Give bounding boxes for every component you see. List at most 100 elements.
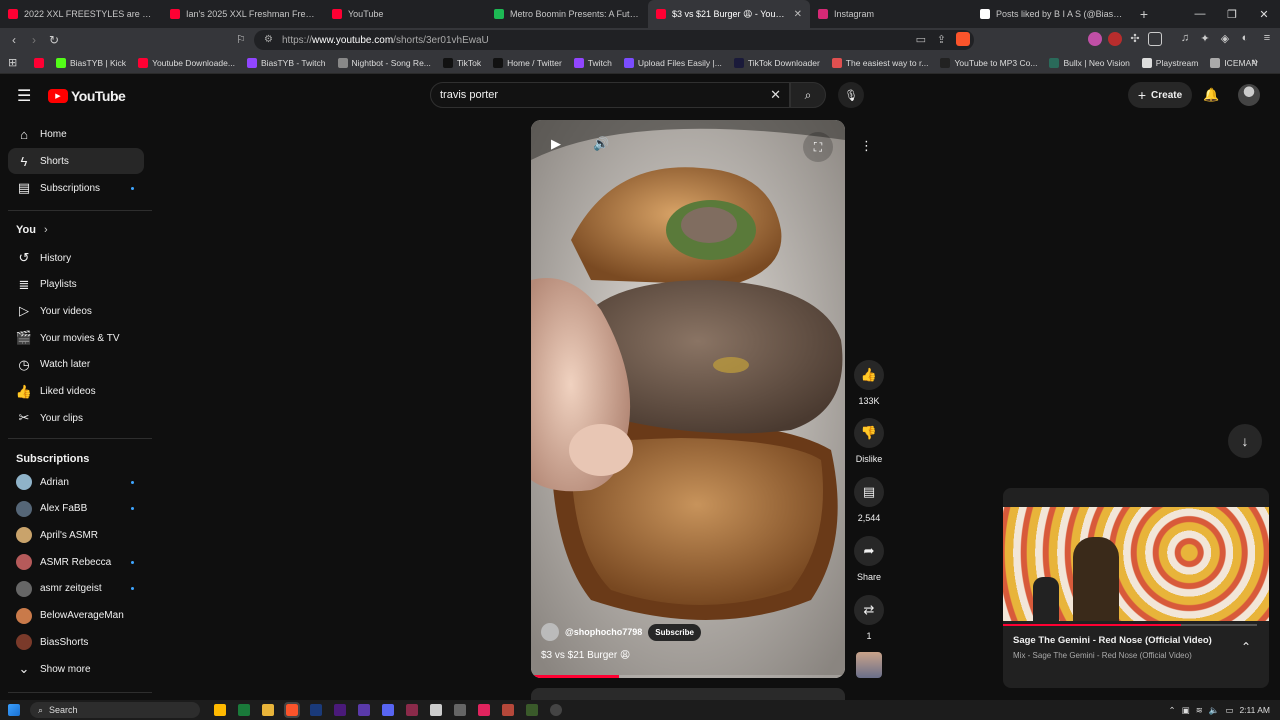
sidebar-item-your-videos[interactable]: ▷ Your videos [8,298,144,324]
back-icon[interactable]: ‹ [4,33,24,47]
close-window-icon[interactable]: ✕ [1248,0,1280,28]
browser-tab[interactable]: Posts liked by B I A S (@BiasTYB) / X [972,0,1134,28]
dislike-button[interactable]: 👎 Dislike [851,418,887,464]
speaker-icon[interactable]: 🔈 [1209,705,1220,716]
play-icon[interactable]: ▶ [551,136,561,152]
bookmark-item[interactable]: Home / Twitter [493,57,562,68]
puzzle-icon[interactable]: ✣ [1128,32,1142,46]
short-progress-track[interactable] [531,675,845,678]
short-video-player[interactable]: ▶ 🔊 ⛶ @shophocho7798 Subscribe $3 vs $21… [531,120,845,678]
bookmark-item[interactable]: BiasTYB | Kick [56,57,126,68]
create-button[interactable]: + Create [1128,82,1192,108]
photoshop-icon[interactable] [310,704,322,716]
more-bookmarks-icon[interactable]: » [1252,56,1258,68]
bookmark-item[interactable]: ICEMAN [1210,57,1257,68]
sidebar-item-your-clips[interactable]: ✂ Your clips [8,405,144,431]
mini-player[interactable]: Sage The Gemini - Red Nose (Official Vid… [1003,488,1269,688]
notifications-bell-icon[interactable]: 🔔 [1203,87,1219,103]
ublock-icon[interactable] [1108,32,1122,46]
show-more-button[interactable]: ⌄ Show more [8,656,144,682]
subscription-item[interactable]: BelowAverageMan [8,603,144,629]
vpn-icon[interactable]: ◈ [1218,32,1232,46]
discord-icon[interactable] [382,704,394,716]
sidebar-item-watch-later[interactable]: ◷ Watch later [8,352,144,378]
subscribe-button[interactable]: Subscribe [648,623,701,641]
share-icon[interactable]: ⇪ [937,33,946,46]
clear-search-icon[interactable]: ✕ [770,87,781,103]
sidebar-item-home[interactable]: ⌂ Home [8,121,144,147]
voice-search-button[interactable]: 🎙 [838,82,864,108]
bookmark-item[interactable]: TikTok Downloader [733,57,820,68]
windows-start-icon[interactable] [8,704,20,716]
brave-browser-icon[interactable] [284,702,300,718]
browser-tab[interactable]: YouTube [324,0,486,28]
bookmark-item[interactable]: Bullx | Neo Vision [1049,57,1130,68]
sidebar-you-header[interactable]: You › [16,224,48,236]
after-effects-icon[interactable] [358,704,370,716]
bookmark-item[interactable]: TikTok [442,57,481,68]
taskbar-clock[interactable]: 2:11 AM [1239,705,1270,715]
taskbar-search-box[interactable]: ⌕ Search [30,702,200,718]
subscription-item[interactable]: Alex FaBB [8,496,144,522]
music-icon[interactable]: ♫ [1178,32,1192,46]
fullscreen-icon[interactable]: ⛶ [803,132,833,162]
bookmark-item[interactable]: Upload Files Easily |... [623,57,722,68]
browser-tab[interactable]: Instagram [810,0,972,28]
expand-mini-player-icon[interactable]: ⌃ [1241,640,1251,654]
volume-icon[interactable]: 🔊 [593,136,609,152]
comments-button[interactable]: ▤ 2,544 [851,477,887,523]
sidebar-item-shorts[interactable]: ϟ Shorts [8,148,144,174]
sidebar-item-liked-videos[interactable]: 👍 Liked videos [8,379,144,405]
bookmark-item[interactable]: BiasTYB - Twitch [246,57,326,68]
mini-player-progress-track[interactable] [1003,624,1257,626]
settings-gear-icon[interactable] [454,704,466,716]
more-options-icon[interactable]: ⋮ [860,138,873,154]
bookmark-item[interactable]: Nightbot - Song Re... [337,57,431,68]
restore-icon[interactable]: ❐ [1216,0,1248,28]
subscription-item[interactable]: Adrian [8,469,144,495]
tray-chevron-icon[interactable]: ⌃ [1169,705,1176,716]
menu-icon[interactable]: ≡ [1260,32,1274,46]
browser-tab[interactable]: Metro Boomin Presents: A Futuristic [486,0,648,28]
subscription-item[interactable]: asmr zeitgeist [8,576,144,602]
capcut-icon[interactable] [430,704,442,716]
file-explorer-icon[interactable] [262,704,274,716]
extension-icon[interactable] [1088,32,1102,46]
subscription-item[interactable]: BiasShorts [8,629,144,655]
next-short-preview[interactable] [531,688,845,700]
new-tab-button[interactable]: + [1134,0,1154,28]
wifi-icon[interactable]: ≋ [1196,705,1203,716]
minimize-icon[interactable]: — [1184,0,1216,28]
app-icon[interactable] [406,704,418,716]
sidebar-item-playlists[interactable]: ≣ Playlists [8,272,144,298]
brave-shield-icon[interactable] [956,32,970,46]
sidebar-item-subscriptions[interactable]: ▤ Subscriptions [8,175,144,201]
share-button[interactable]: ➦ Share [851,536,887,582]
remix-button[interactable]: ⇄ 1 [851,595,887,641]
next-short-arrow-icon[interactable]: ↓ [1228,424,1262,458]
app-icon[interactable] [502,704,514,716]
battery-icon[interactable]: ▭ [1225,705,1233,716]
site-info-icon[interactable]: ⚙ [264,34,273,45]
sidebar-icon[interactable] [1148,32,1162,46]
excel-icon[interactable] [238,704,250,716]
bookmark-item[interactable]: Twitch [573,57,612,68]
search-button[interactable]: ⌕ [790,82,826,108]
account-avatar[interactable] [1238,84,1260,106]
leo-icon[interactable]: ✦ [1198,32,1212,46]
bookmark-item[interactable]: YouTube to MP3 Co... [940,57,1037,68]
like-button[interactable]: 👍 133K [851,360,887,406]
url-bar[interactable]: ⚙ https://www.youtube.com/shorts/3er01vh… [254,30,974,50]
wallet-icon[interactable]: ◐ [1238,32,1252,46]
browser-tab[interactable]: $3 vs $21 Burger 😩 - YouTube ✕ [648,0,810,28]
subscription-item[interactable]: ASMR Rebecca [8,549,144,575]
youtube-logo[interactable]: ▶ YouTube [48,88,126,104]
sidebar-item-history[interactable]: ↺ History [8,245,144,271]
bookmark-item[interactable]: The easiest way to r... [831,57,928,68]
sound-thumbnail[interactable] [856,652,882,678]
minecraft-icon[interactable] [526,704,538,716]
bookmark-page-icon[interactable]: ⚐ [236,33,246,46]
guide-menu-icon[interactable]: ☰ [17,86,31,106]
browser-tab[interactable]: 2022 XXL FREESTYLES are Hilarious [0,0,162,28]
channel-avatar[interactable] [541,623,559,641]
